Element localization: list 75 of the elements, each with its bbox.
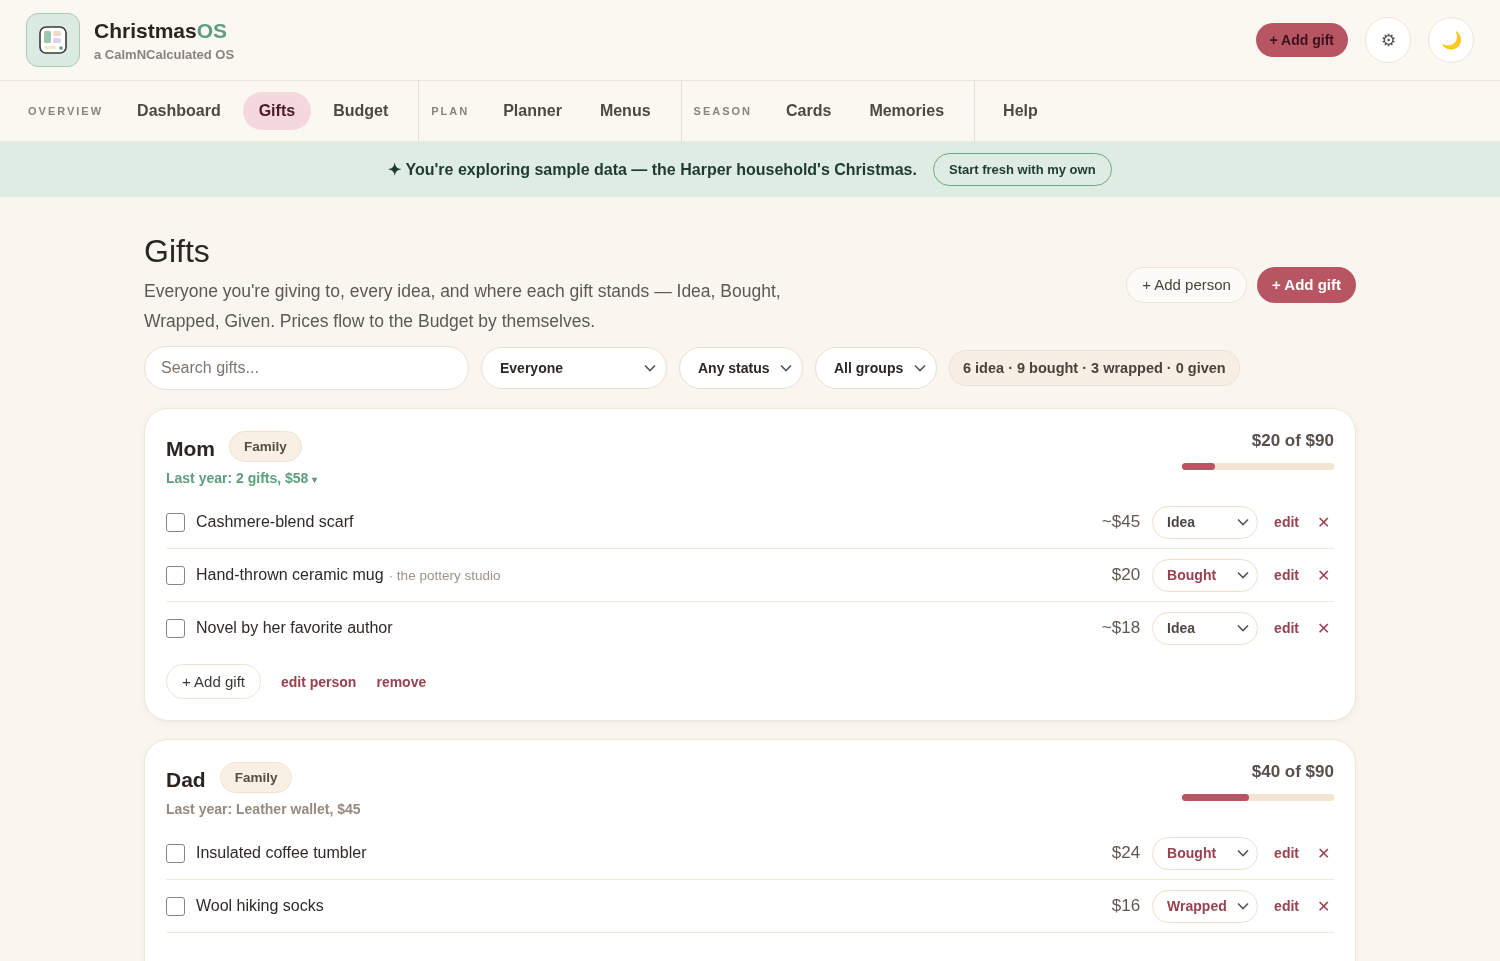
page-title: Gifts: [144, 233, 211, 270]
chevron-down-icon: [914, 364, 926, 372]
add-person-button[interactable]: + Add person: [1126, 266, 1247, 303]
gift-source: · the pottery studio: [388, 567, 501, 583]
app-logo-icon: [26, 13, 80, 67]
delete-button[interactable]: ✕: [1317, 843, 1330, 863]
nav-tab[interactable]: Help: [987, 92, 1054, 130]
gift-price: ~$45: [1101, 512, 1141, 532]
status-dropdown[interactable]: Idea: [1152, 505, 1259, 539]
delete-button[interactable]: ✕: [1317, 618, 1330, 638]
status-dropdown[interactable]: Wrapped: [1152, 889, 1259, 923]
group-tag: Family: [229, 431, 302, 462]
gift-price: ~$18: [1101, 618, 1141, 638]
gift-price: $16: [1111, 896, 1141, 916]
nav-section-label: SEASON: [693, 105, 752, 117]
filter-dropdown[interactable]: Everyone: [481, 347, 667, 389]
filter-dropdown[interactable]: Any status: [679, 347, 803, 389]
gift-name: Cashmere-blend scarf: [196, 513, 354, 531]
gift-name: Novel by her favorite author: [196, 619, 393, 637]
gift-checkbox[interactable]: [166, 896, 185, 916]
chevron-down-icon: [780, 364, 792, 372]
status-dropdown[interactable]: Idea: [1152, 611, 1259, 645]
gift-checkbox[interactable]: [166, 843, 185, 863]
chevron-down-icon: [1237, 849, 1250, 857]
page-description: Everyone you're giving to, every idea, and where each gift stands — Idea, Bought, Wrapped, Given. Prices flow to the Budget by themselves.: [144, 280, 782, 333]
gift-name: Wool hiking socks: [196, 897, 324, 915]
status-dropdown[interactable]: Bought: [1152, 558, 1259, 592]
status-summary: 6 idea · 9 bought · 3 wrapped · 0 given: [949, 350, 1240, 386]
delete-button[interactable]: ✕: [1317, 512, 1330, 532]
chevron-down-icon: [1237, 624, 1250, 632]
banner-text: ✦ You're exploring sample data — the Harper household's Christmas.: [388, 160, 917, 179]
edit-link[interactable]: edit: [1274, 514, 1299, 530]
edit-link[interactable]: edit: [1274, 620, 1299, 636]
delete-button[interactable]: ✕: [1317, 896, 1330, 916]
remove-link[interactable]: remove: [376, 673, 427, 690]
nav-section-label: PLAN: [431, 105, 470, 117]
add-gift-button[interactable]: + Add gift: [1256, 266, 1356, 303]
gift-checkbox[interactable]: [166, 512, 185, 532]
budget-spent: $40 of $90: [1251, 762, 1334, 782]
nav-tab[interactable]: Memories: [853, 92, 961, 130]
chevron-down-icon: [1237, 518, 1250, 526]
edit-person-link[interactable]: edit person: [280, 673, 357, 690]
person-name: Dad: [166, 767, 206, 792]
person-name: Mom: [166, 436, 215, 461]
delete-button[interactable]: ✕: [1317, 565, 1330, 585]
gift-price: $20: [1111, 565, 1141, 585]
group-tag: Family: [219, 762, 293, 793]
last-year-summary: Last year: Leather wallet, $45: [166, 801, 361, 817]
gift-name: Insulated coffee tumbler: [196, 844, 367, 862]
add-gift-button[interactable]: + Add gift: [1255, 23, 1348, 57]
gift-name: Hand-thrown ceramic mug: [196, 566, 384, 584]
nav-tab[interactable]: Menus: [583, 92, 667, 130]
nav-tab[interactable]: Gifts: [242, 92, 312, 130]
nav-tab[interactable]: Budget: [317, 92, 405, 130]
app-tagline: a CalmNCalculated OS: [94, 46, 235, 62]
filter-dropdown[interactable]: All groups: [815, 347, 937, 389]
status-dropdown[interactable]: Bought: [1152, 836, 1259, 870]
gift-price: $24: [1111, 843, 1141, 863]
chevron-down-icon: [1237, 571, 1250, 579]
add-gift-button[interactable]: + Add gift: [166, 664, 261, 699]
edit-link[interactable]: edit: [1274, 898, 1299, 914]
gift-checkbox[interactable]: [166, 565, 185, 585]
nav-tab[interactable]: Cards: [770, 92, 848, 130]
edit-link[interactable]: edit: [1274, 845, 1299, 861]
app-name: ChristmasOS: [94, 18, 229, 43]
nav-tab[interactable]: Dashboard: [121, 92, 237, 130]
settings-button[interactable]: ⚙: [1365, 17, 1411, 63]
nav-section-label: OVERVIEW: [28, 105, 104, 117]
edit-link[interactable]: edit: [1274, 567, 1299, 583]
nav-tab[interactable]: Planner: [487, 92, 578, 130]
search-field[interactable]: Search gifts...: [144, 346, 469, 390]
chevron-down-icon: [1237, 902, 1250, 910]
gift-checkbox[interactable]: [166, 618, 185, 638]
budget-spent: $20 of $90: [1251, 431, 1334, 451]
chevron-down-icon: [644, 364, 656, 372]
